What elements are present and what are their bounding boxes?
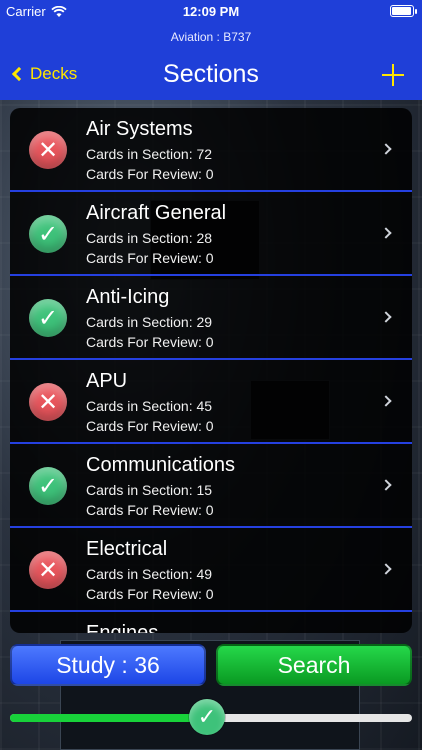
- cards-for-review: Cards For Review: 0: [86, 334, 214, 350]
- study-button[interactable]: Study : 36: [10, 644, 206, 686]
- section-row[interactable]: ✓ Communications Cards in Section: 15 Ca…: [10, 444, 412, 528]
- section-name: APU: [86, 370, 128, 392]
- cards-in-section: Cards in Section: 45: [86, 398, 213, 414]
- navigation-bar: Aviation : B737 Decks Sections: [0, 24, 422, 100]
- battery-icon: [390, 5, 417, 17]
- progress-fill: [10, 714, 207, 722]
- chevron-right-icon: [380, 563, 392, 575]
- cards-for-review: Cards For Review: 0: [86, 586, 214, 602]
- chevron-right-icon: [380, 227, 392, 239]
- section-row[interactable]: ✕ APU Cards in Section: 45 Cards For Rev…: [10, 360, 412, 444]
- section-name: Engines: [86, 622, 159, 633]
- section-name: Aircraft General: [86, 202, 227, 224]
- deck-subtitle: Aviation : B737: [170, 30, 252, 44]
- search-button[interactable]: Search: [216, 644, 412, 686]
- section-row[interactable]: ✓ Anti-Icing Cards in Section: 29 Cards …: [10, 276, 412, 360]
- cards-for-review: Cards For Review: 0: [86, 502, 214, 518]
- checkmark-icon[interactable]: ✓: [188, 699, 225, 735]
- page-title: Sections: [163, 60, 259, 88]
- section-row[interactable]: Engines: [10, 612, 412, 633]
- cards-in-section: Cards in Section: 28: [86, 230, 213, 246]
- cross-icon: ✕: [29, 383, 67, 421]
- section-name: Electrical: [86, 538, 168, 560]
- clock: 12:09 PM: [182, 4, 240, 19]
- progress-slider[interactable]: ✓: [10, 699, 412, 735]
- cards-for-review: Cards For Review: 0: [86, 250, 214, 266]
- section-row[interactable]: ✓ Aircraft General Cards in Section: 28 …: [10, 192, 412, 276]
- cards-for-review: Cards For Review: 0: [86, 418, 214, 434]
- status-bar: Carrier 12:09 PM: [0, 0, 422, 24]
- cards-in-section: Cards in Section: 15: [86, 482, 213, 498]
- checkmark-icon: ✓: [29, 467, 67, 505]
- cards-for-review: Cards For Review: 0: [86, 166, 214, 182]
- section-name: Air Systems: [86, 118, 193, 140]
- sections-list[interactable]: ✕ Air Systems Cards in Section: 72 Cards…: [10, 108, 412, 633]
- cards-in-section: Cards in Section: 49: [86, 566, 213, 582]
- section-row[interactable]: ✕ Air Systems Cards in Section: 72 Cards…: [10, 108, 412, 192]
- cross-icon: ✕: [29, 551, 67, 589]
- action-buttons: Study : 36 Search: [10, 644, 412, 686]
- cross-icon: ✕: [29, 131, 67, 169]
- checkmark-icon: ✓: [29, 299, 67, 337]
- chevron-right-icon: [380, 479, 392, 491]
- section-name: Communications: [86, 454, 235, 476]
- chevron-right-icon: [380, 395, 392, 407]
- checkmark-icon: ✓: [29, 215, 67, 253]
- plus-icon[interactable]: [382, 64, 404, 86]
- section-row[interactable]: ✕ Electrical Cards in Section: 49 Cards …: [10, 528, 412, 612]
- cards-in-section: Cards in Section: 29: [86, 314, 213, 330]
- chevron-right-icon: [380, 143, 392, 155]
- cards-in-section: Cards in Section: 72: [86, 146, 213, 162]
- section-name: Anti-Icing: [86, 286, 170, 308]
- chevron-right-icon: [380, 311, 392, 323]
